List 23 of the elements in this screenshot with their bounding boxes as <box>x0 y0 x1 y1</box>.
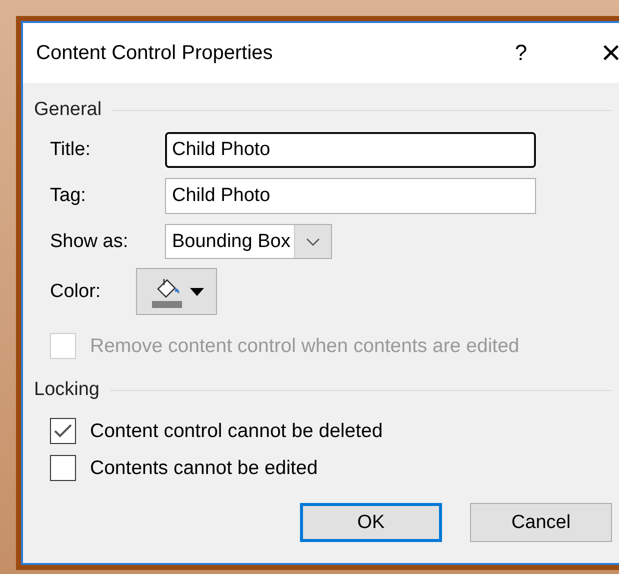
dropdown-arrow-icon <box>190 288 204 296</box>
text-field[interactable]: Child Photo <box>165 132 536 168</box>
chevron-icon <box>306 238 320 246</box>
checkbox[interactable] <box>50 455 76 481</box>
checkbox-label: Contents cannot be edited <box>90 456 318 480</box>
field-label: Show as: <box>50 230 130 252</box>
help-button[interactable]: ? <box>476 33 566 73</box>
color-picker-button[interactable] <box>136 268 217 315</box>
window-title: Content Control Properties <box>36 42 274 64</box>
close-button[interactable]: × <box>566 33 619 73</box>
dropdown[interactable]: Bounding Box <box>165 224 332 259</box>
section-heading: Locking <box>34 379 100 401</box>
text-field[interactable]: Child Photo <box>165 178 536 214</box>
check-icon <box>54 424 72 438</box>
field-label: Tag: <box>50 185 87 207</box>
section-heading: General <box>34 99 102 121</box>
field-label: Color: <box>50 280 102 302</box>
field-label: Title: <box>50 139 92 161</box>
cancel-button[interactable]: Cancel <box>470 503 612 542</box>
ok-button[interactable]: OK <box>300 503 442 542</box>
checkbox-label: Remove content control when contents are edited <box>90 334 520 358</box>
checkbox-label: Content control cannot be deleted <box>90 420 383 442</box>
checkbox[interactable] <box>50 418 76 444</box>
